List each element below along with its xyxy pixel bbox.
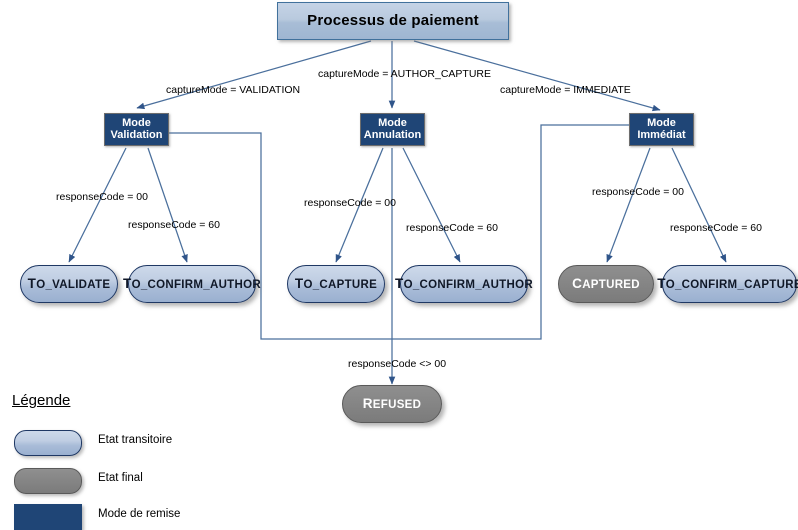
edge-label-response-60-annulation: responseCode = 60: [406, 222, 498, 234]
edge-label-response-60-validation: responseCode = 60: [128, 219, 220, 231]
mode-node-validation[interactable]: Mode Validation: [104, 113, 169, 146]
state-node-to-validate[interactable]: TO_VALIDATE: [20, 265, 118, 303]
edge-label-response-60-immediat: responseCode = 60: [670, 222, 762, 234]
legend-swatch-final-state: [14, 468, 82, 494]
process-title-label: Processus de paiement: [307, 12, 479, 30]
process-title-node[interactable]: Processus de paiement: [277, 2, 509, 40]
edge-validation-to-confirm-author: [147, 147, 188, 263]
state-node-to-confirm-capture[interactable]: TO_CONFIRM_CAPTURE: [657, 265, 798, 303]
edge-label-capture-mode-validation: captureMode = VALIDATION: [166, 84, 301, 96]
legend-swatch-transitory-state: [14, 430, 82, 456]
state-captured-label: CAPTURED: [572, 275, 640, 291]
state-node-refused[interactable]: REFUSED: [342, 385, 442, 423]
state-to-confirm-capture-label: TO_CONFIRM_CAPTURE: [657, 275, 798, 291]
legend-item-transitory: Etat transitoire: [10, 430, 240, 456]
state-refused-label: REFUSED: [362, 395, 422, 411]
edge-label-response-00-validation: responseCode = 00: [56, 191, 148, 203]
state-to-confirm-author-1-label: TO_CONFIRM_AUTHOR: [123, 275, 261, 291]
mode-node-annulation[interactable]: Mode Annulation: [360, 113, 425, 146]
mode-node-immediat[interactable]: Mode Immédiat: [629, 113, 694, 146]
legend: Légende Etat transitoire Etat final Mode…: [10, 392, 240, 530]
edge-label-response-not-00-refused: responseCode <> 00: [348, 358, 447, 370]
state-node-captured[interactable]: CAPTURED: [558, 265, 654, 303]
legend-label-transitory-state: Etat transitoire: [98, 434, 173, 446]
edge-immediat-to-confirm-capture: [671, 147, 727, 263]
edge-label-capture-mode-author-capture: captureMode = AUTHOR_CAPTURE: [318, 68, 492, 80]
state-node-to-confirm-author-annulation[interactable]: TO_CONFIRM_AUTHOR: [395, 265, 533, 303]
state-to-validate-label: TO_VALIDATE: [27, 275, 111, 291]
edge-label-response-00-annulation: responseCode = 00: [304, 197, 396, 209]
mode-validation-line1: Mode: [122, 116, 151, 129]
legend-swatch-delivery-mode: [14, 504, 82, 530]
state-to-confirm-author-2-label: TO_CONFIRM_AUTHOR: [395, 275, 533, 291]
legend-label-final-state: Etat final: [98, 472, 143, 484]
edge-annulation-to-confirm-author: [402, 147, 461, 263]
edge-validation-to-refused: [163, 132, 392, 340]
diagram-canvas: Processus de paiement Mode Validation Mo…: [0, 0, 798, 530]
mode-immediat-line1: Mode: [647, 116, 676, 129]
mode-immediat-line2: Immédiat: [637, 128, 686, 141]
legend-item-mode: Mode de remise: [10, 504, 240, 530]
legend-item-final: Etat final: [10, 468, 240, 494]
state-node-to-confirm-author-validation[interactable]: TO_CONFIRM_AUTHOR: [123, 265, 261, 303]
mode-annulation-line2: Annulation: [363, 128, 422, 141]
edge-label-response-00-immediat: responseCode = 00: [592, 186, 684, 198]
mode-validation-line2: Validation: [110, 128, 163, 141]
legend-title: Légende: [12, 392, 71, 409]
state-to-capture-label: TO_CAPTURE: [294, 275, 378, 291]
edge-immediat-to-captured: [606, 147, 651, 263]
state-node-to-capture[interactable]: TO_CAPTURE: [287, 265, 385, 303]
edge-label-capture-mode-immediate: captureMode = IMMEDIATE: [500, 84, 631, 96]
mode-annulation-line1: Mode: [378, 116, 407, 129]
legend-label-delivery-mode: Mode de remise: [98, 508, 181, 520]
edge-validation-to-validate: [68, 147, 127, 263]
